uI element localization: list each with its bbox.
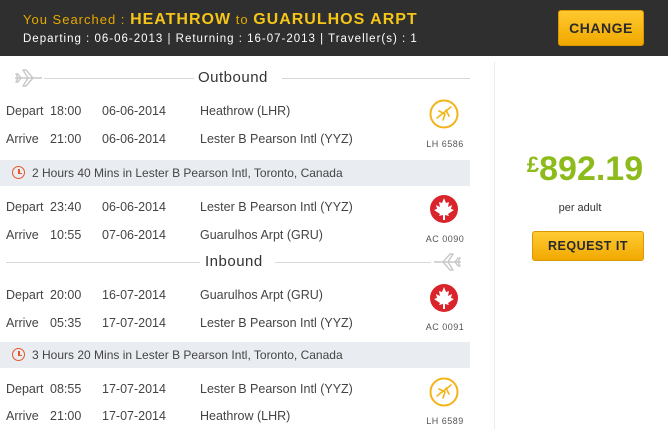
clock-icon [12, 166, 25, 179]
outbound-seg1-arrive-row: Arrive 21:00 06-06-2014 Lester B Pearson… [0, 125, 470, 153]
row-label: Depart [6, 104, 44, 118]
inbound-title: Inbound [205, 253, 263, 270]
search-summary-header: You Searched : HEATHROW to GUARULHOS ARP… [0, 0, 668, 56]
outbound-layover: 2 Hours 40 Mins in Lester B Pearson Intl… [0, 160, 470, 186]
price-currency: £ [526, 152, 540, 177]
row-airport: Guarulhos Arpt (GRU) [200, 288, 323, 302]
row-date: 06-06-2014 [102, 132, 166, 146]
row-airport: Heathrow (LHR) [200, 104, 291, 118]
air-canada-logo-icon [428, 193, 460, 225]
row-date: 06-06-2014 [102, 200, 166, 214]
inbound-layover: 3 Hours 20 Mins in Lester B Pearson Intl… [0, 342, 470, 368]
row-date: 16-07-2014 [102, 288, 166, 302]
row-time: 21:00 [50, 409, 82, 423]
inbound-seg2-arrive-row: Arrive 21:00 17-07-2014 Heathrow (LHR) [0, 402, 470, 430]
outbound-seg2-depart-row: Depart 23:40 06-06-2014 Lester B Pearson… [0, 193, 470, 221]
row-airport: Lester B Pearson Intl (YYZ) [200, 132, 353, 146]
flight-code: AC 0090 [425, 234, 465, 244]
row-date: 17-07-2014 [102, 316, 166, 330]
inbound-seg2-depart-row: Depart 08:55 17-07-2014 Lester B Pearson… [0, 375, 470, 403]
outbound-separator [44, 78, 194, 79]
row-label: Depart [6, 382, 44, 396]
row-time: 10:55 [50, 228, 82, 242]
row-airport: Guarulhos Arpt (GRU) [200, 228, 323, 242]
layover-text: 2 Hours 40 Mins in Lester B Pearson Intl… [32, 166, 343, 180]
row-airport: Heathrow (LHR) [200, 409, 291, 423]
row-label: Arrive [6, 228, 39, 242]
row-date: 07-06-2014 [102, 228, 166, 242]
row-time: 08:55 [50, 382, 82, 396]
request-it-button[interactable]: REQUEST IT [532, 231, 644, 261]
row-label: Arrive [6, 132, 39, 146]
flight-code: LH 6586 [426, 139, 464, 149]
inbound-seg1-arrive-row: Arrive 05:35 17-07-2014 Lester B Pearson… [0, 309, 470, 337]
row-date: 17-07-2014 [102, 409, 166, 423]
search-prefix: You Searched : [23, 12, 126, 27]
row-time: 18:00 [50, 104, 82, 118]
inbound-separator-right [275, 262, 431, 263]
price-amount: 892.19 [539, 150, 644, 188]
search-destination: GUARULHOS ARPT [253, 11, 418, 28]
row-airport: Lester B Pearson Intl (YYZ) [200, 200, 353, 214]
change-search-button[interactable]: CHANGE [558, 10, 644, 46]
outbound-seg1-depart-row: Depart 18:00 06-06-2014 Heathrow (LHR) [0, 97, 470, 125]
search-route: You Searched : HEATHROW to GUARULHOS ARP… [23, 11, 418, 29]
row-airport: Lester B Pearson Intl (YYZ) [200, 316, 353, 330]
inbound-seg1-depart-row: Depart 20:00 16-07-2014 Guarulhos Arpt (… [0, 281, 470, 309]
row-date: 17-07-2014 [102, 382, 166, 396]
lufthansa-logo-icon [428, 98, 460, 130]
flight-code: AC 0091 [425, 322, 465, 332]
row-label: Depart [6, 288, 44, 302]
row-time: 05:35 [50, 316, 82, 330]
search-origin: HEATHROW [130, 11, 232, 28]
row-airport: Lester B Pearson Intl (YYZ) [200, 382, 353, 396]
fare-price: £892.19 [520, 150, 650, 189]
price-panel-divider [494, 62, 495, 429]
row-label: Depart [6, 200, 44, 214]
outbound-title: Outbound [198, 69, 268, 86]
row-time: 20:00 [50, 288, 82, 302]
row-time: 23:40 [50, 200, 82, 214]
inbound-separator [6, 262, 200, 263]
lufthansa-logo-icon [428, 376, 460, 408]
price-per-label: per adult [558, 202, 602, 214]
flight-code: LH 6589 [426, 416, 464, 426]
row-label: Arrive [6, 409, 39, 423]
search-details: Departing : 06-06-2013 | Returning : 16-… [23, 33, 418, 45]
search-to-word: to [235, 12, 249, 27]
layover-text: 3 Hours 20 Mins in Lester B Pearson Intl… [32, 348, 343, 362]
outbound-plane-icon [14, 68, 44, 93]
row-label: Arrive [6, 316, 39, 330]
clock-icon [12, 348, 25, 361]
inbound-plane-icon [432, 252, 462, 277]
air-canada-logo-icon [428, 282, 460, 314]
row-time: 21:00 [50, 132, 82, 146]
outbound-seg2-arrive-row: Arrive 10:55 07-06-2014 Guarulhos Arpt (… [0, 221, 470, 249]
outbound-separator-right [282, 78, 470, 79]
row-date: 06-06-2014 [102, 104, 166, 118]
